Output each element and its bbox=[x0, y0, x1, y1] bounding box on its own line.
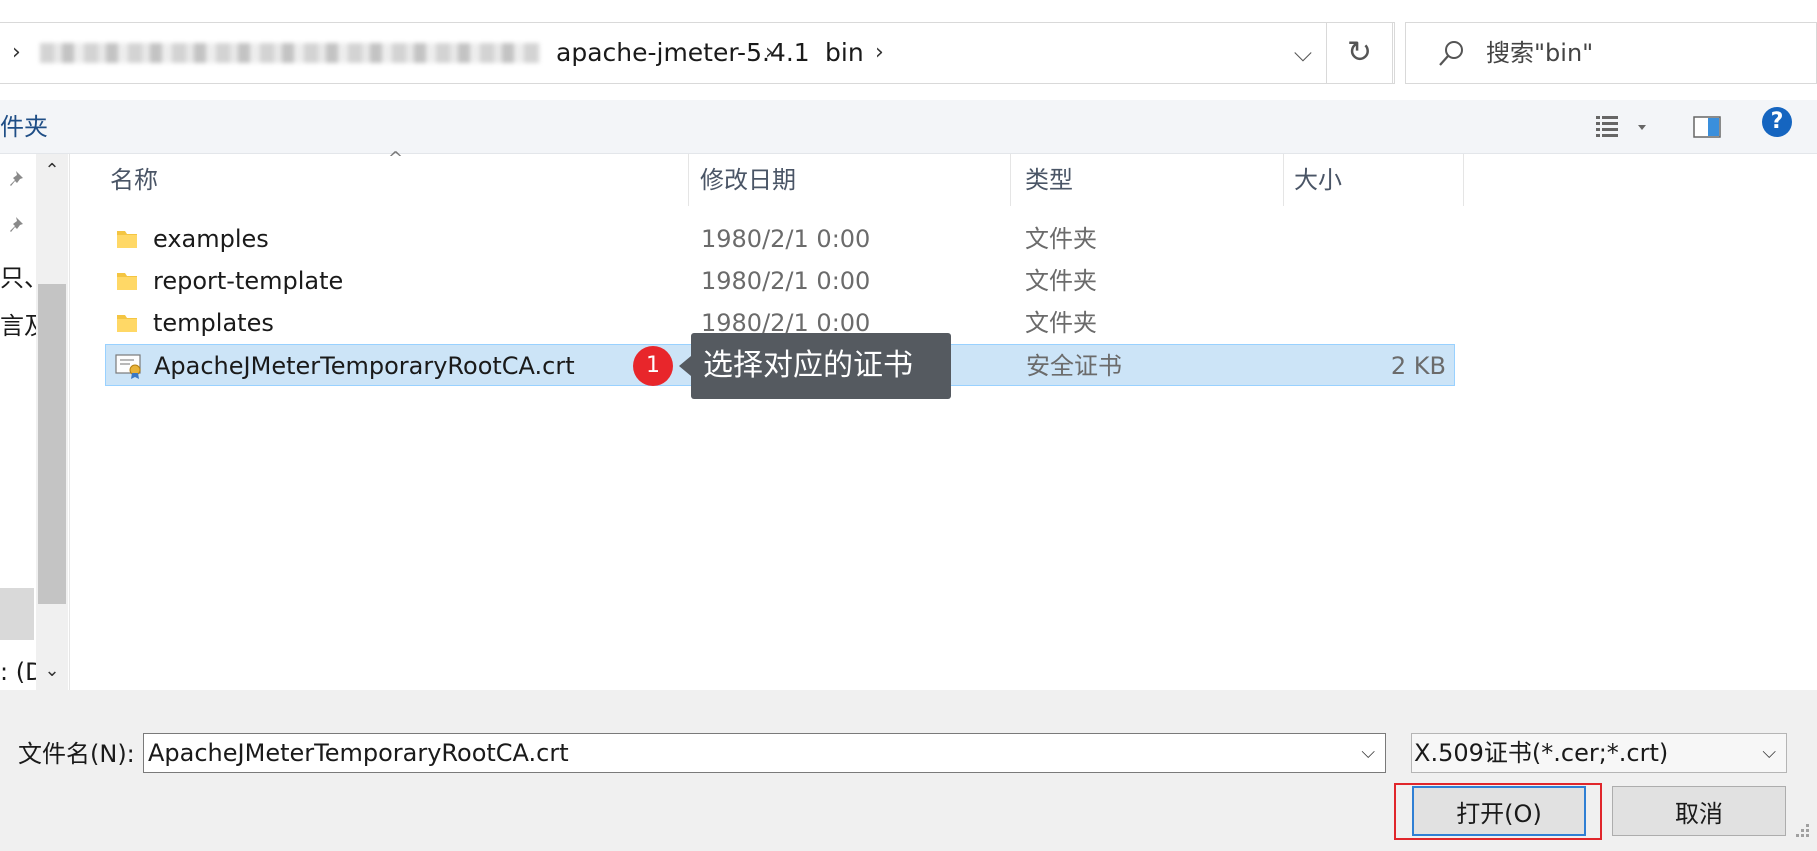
filename-input[interactable] bbox=[148, 734, 1328, 772]
search-box[interactable] bbox=[1405, 22, 1817, 84]
chevron-down-icon[interactable]: ⌵ bbox=[1762, 734, 1776, 772]
pin-icon[interactable] bbox=[8, 214, 30, 236]
blurred-path bbox=[40, 43, 540, 63]
column-divider[interactable] bbox=[1463, 154, 1464, 206]
breadcrumb-bin[interactable]: bin bbox=[825, 23, 864, 83]
view-options-icon[interactable] bbox=[1592, 110, 1652, 144]
column-header-size[interactable]: 大小 bbox=[1294, 154, 1342, 206]
file-type: 文件夹 bbox=[1025, 225, 1097, 253]
file-size bbox=[1335, 302, 1445, 344]
step-number-badge: 1 bbox=[633, 346, 673, 386]
file-open-dialog: › apache-jmeter-5.4.1 › bin › ⌵ ↻ 件夹 bbox=[0, 0, 1817, 851]
search-input[interactable] bbox=[1486, 23, 1806, 83]
annotation-callout: 选择对应的证书 bbox=[691, 333, 951, 399]
column-header-name[interactable]: 名称 bbox=[110, 154, 158, 206]
file-type: 安全证书 bbox=[1026, 352, 1122, 380]
file-type: 文件夹 bbox=[1025, 267, 1097, 295]
column-header-date[interactable]: 修改日期 bbox=[700, 154, 796, 206]
column-divider[interactable] bbox=[1010, 154, 1011, 206]
file-size bbox=[1335, 218, 1445, 260]
file-name: templates bbox=[153, 309, 274, 337]
new-folder-button[interactable]: 件夹 bbox=[0, 100, 48, 154]
navigation-pane: 只、 言及 : (D ⌃ ⌄ bbox=[0, 154, 70, 690]
sort-ascending-icon: ^ bbox=[388, 148, 404, 169]
breadcrumb-chevron-icon[interactable]: › bbox=[12, 23, 21, 83]
scroll-down-icon[interactable]: ⌄ bbox=[36, 660, 68, 681]
nav-item-selected[interactable] bbox=[0, 588, 34, 640]
table-row[interactable]: examples 1980/2/1 0:00 文件夹 bbox=[105, 218, 1455, 260]
help-icon[interactable]: ? bbox=[1762, 107, 1792, 137]
column-header-type[interactable]: 类型 bbox=[1025, 154, 1073, 206]
file-size: 2 KB bbox=[1390, 352, 1446, 380]
file-name: report-template bbox=[153, 267, 344, 295]
column-divider[interactable] bbox=[1283, 154, 1284, 206]
address-dropdown-icon[interactable]: ⌵ bbox=[1280, 23, 1326, 83]
resize-grip-icon[interactable] bbox=[1790, 820, 1812, 842]
breadcrumb-separator-icon[interactable]: › bbox=[875, 23, 884, 83]
breadcrumb-separator-icon[interactable]: › bbox=[765, 23, 774, 83]
filename-combobox[interactable]: ⌵ bbox=[143, 733, 1386, 773]
file-size bbox=[1335, 260, 1445, 302]
open-button[interactable]: 打开(O) bbox=[1412, 786, 1586, 836]
pin-icon[interactable] bbox=[8, 168, 30, 190]
refresh-icon: ↻ bbox=[1346, 35, 1373, 70]
cancel-button[interactable]: 取消 bbox=[1612, 786, 1786, 836]
toolbar: 件夹 bbox=[0, 100, 1817, 154]
folder-icon bbox=[117, 315, 137, 332]
file-list: ^ 名称 修改日期 类型 大小 examples 1980/2/1 0:00 文… bbox=[70, 148, 1817, 690]
address-bar[interactable]: › apache-jmeter-5.4.1 › bin › ⌵ bbox=[0, 22, 1395, 84]
file-name: examples bbox=[153, 225, 269, 253]
table-row[interactable]: report-template 1980/2/1 0:00 文件夹 bbox=[105, 260, 1455, 302]
file-name: ApacheJMeterTemporaryRootCA.crt bbox=[154, 352, 575, 380]
folder-icon bbox=[117, 273, 137, 290]
file-date: 1980/2/1 0:00 bbox=[701, 225, 871, 253]
file-date: 1980/2/1 0:00 bbox=[701, 267, 871, 295]
refresh-button[interactable]: ↻ bbox=[1326, 22, 1393, 84]
address-row: › apache-jmeter-5.4.1 › bin › ⌵ ↻ bbox=[0, 0, 1817, 100]
scroll-up-icon[interactable]: ⌃ bbox=[36, 160, 68, 181]
chevron-down-icon[interactable]: ⌵ bbox=[1361, 734, 1375, 772]
certificate-icon bbox=[115, 354, 141, 379]
column-divider[interactable] bbox=[688, 154, 689, 206]
folder-icon bbox=[117, 231, 137, 248]
nav-scrollbar[interactable]: ⌃ ⌄ bbox=[36, 154, 68, 690]
filetype-value: X.509证书(*.cer;*.crt) bbox=[1414, 739, 1669, 767]
callout-pointer bbox=[679, 356, 691, 376]
preview-pane-icon[interactable] bbox=[1690, 110, 1724, 144]
dialog-footer: 文件名(N): ⌵ X.509证书(*.cer;*.crt) ⌵ 打开(O) 取… bbox=[0, 690, 1817, 851]
scrollbar-thumb[interactable] bbox=[38, 284, 66, 604]
filetype-select[interactable]: X.509证书(*.cer;*.crt) ⌵ bbox=[1411, 733, 1787, 773]
search-icon bbox=[1439, 41, 1463, 66]
file-type: 文件夹 bbox=[1025, 309, 1097, 337]
filename-label: 文件名(N): bbox=[18, 740, 135, 768]
